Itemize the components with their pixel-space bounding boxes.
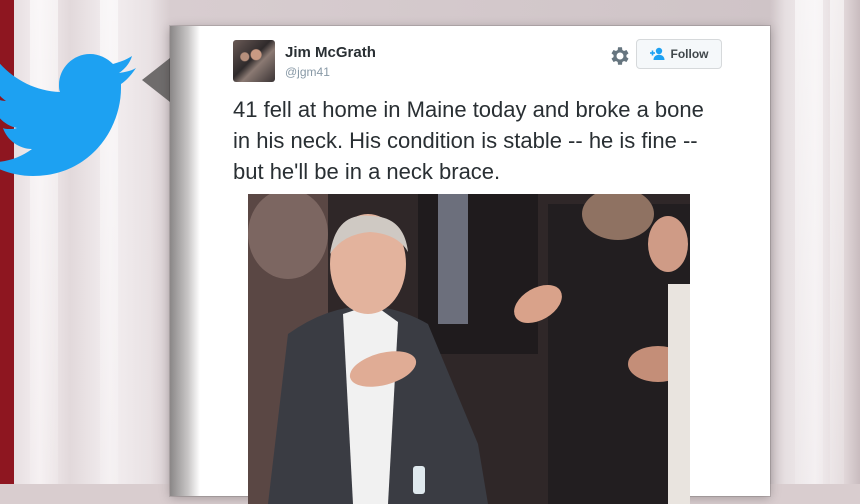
background-stripe: [795, 0, 823, 484]
background-stripe: [830, 0, 844, 484]
avatar[interactable]: [233, 40, 275, 82]
tweet-text: 41 fell at home in Maine today and broke…: [233, 97, 704, 184]
author-name[interactable]: Jim McGrath: [285, 44, 376, 61]
photo-illustration: [248, 194, 690, 504]
tweet-card: Jim McGrath @jgm41 Follow 41 fell at hom…: [170, 26, 770, 504]
follow-label: Follow: [670, 47, 709, 61]
tweet-photo[interactable]: [248, 194, 690, 504]
tweet-pointer-arrow: [142, 58, 170, 102]
follow-button[interactable]: Follow: [636, 39, 722, 69]
gear-icon[interactable]: [608, 44, 632, 68]
card-shadow-edge: [170, 26, 200, 496]
add-user-icon: [649, 47, 664, 60]
author-handle[interactable]: @jgm41: [285, 65, 330, 79]
tweet-header: Jim McGrath @jgm41 Follow: [233, 39, 726, 84]
twitter-bird-icon: [0, 54, 136, 176]
